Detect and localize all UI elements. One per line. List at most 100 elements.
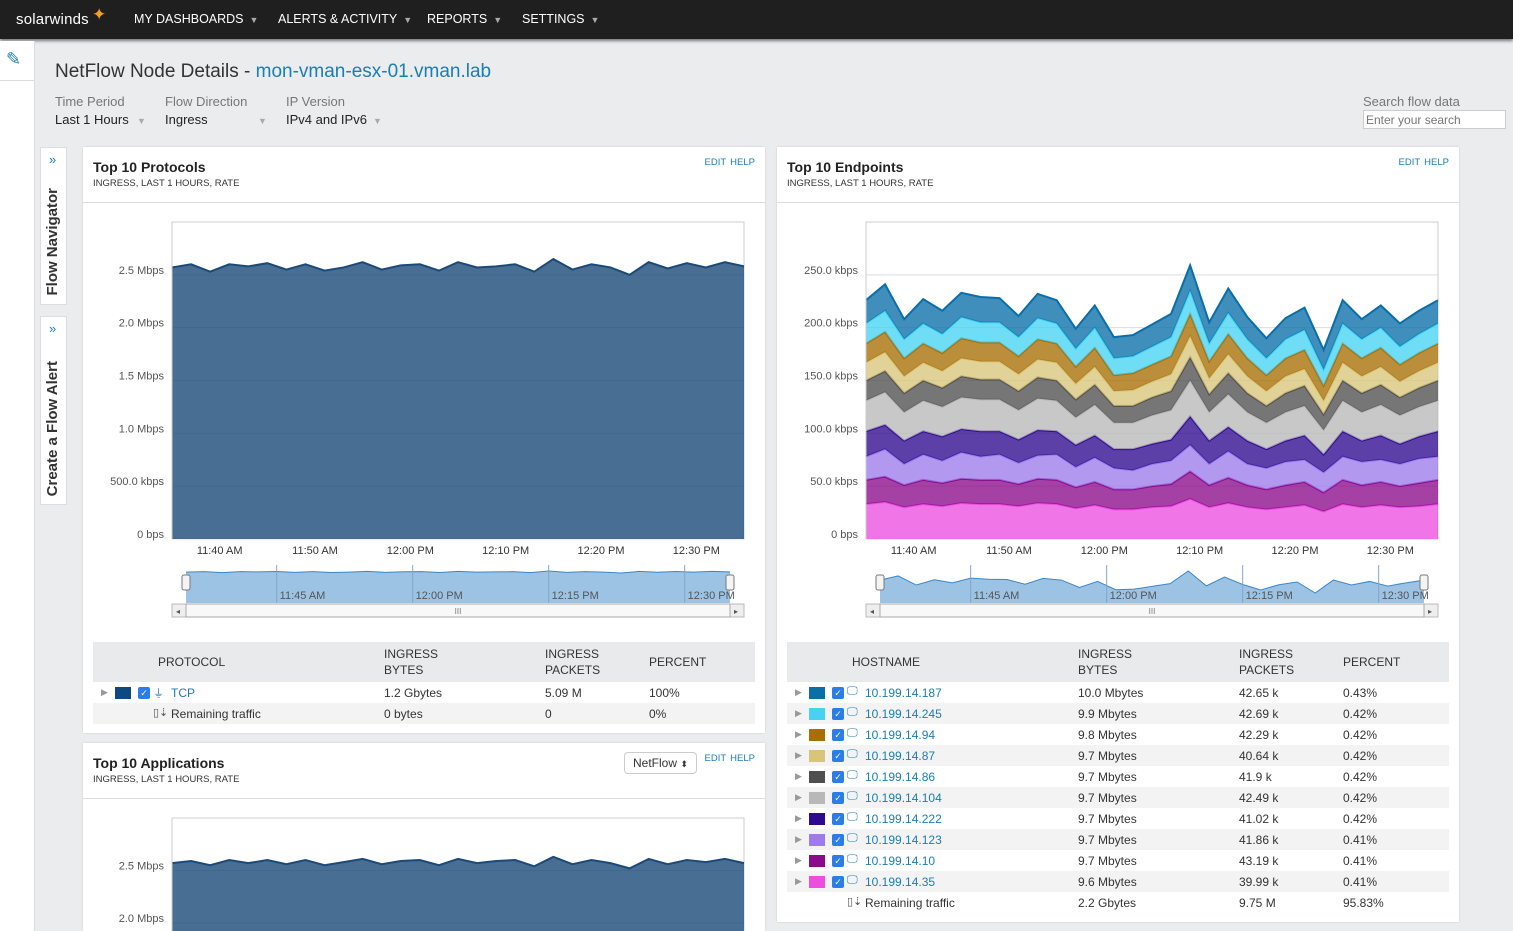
series-area-TCP[interactable] — [172, 258, 744, 539]
table-row[interactable]: ▶ ✓ 🖵 10.199.14.187 10.0 Mbytes 42.65 k … — [787, 682, 1449, 703]
computer-monitor-icon: 🖵 — [847, 832, 858, 844]
table-row[interactable]: ▶ ✓ 🖵 10.199.14.222 9.7 Mbytes 41.02 k 0… — [787, 808, 1449, 829]
col-protocol[interactable]: PROTOCOL — [158, 654, 225, 670]
col-ingress-bytes[interactable]: INGRESS BYTES — [1078, 646, 1132, 678]
series-checkbox[interactable]: ✓ — [832, 750, 844, 762]
create-flow-alert-tab[interactable]: » Create a Flow Alert — [40, 316, 67, 505]
top-applications-panel: Top 10 Applications INGRESS, LAST 1 HOUR… — [83, 743, 765, 931]
row-name-link[interactable]: 10.199.14.87 — [865, 749, 935, 763]
table-row[interactable]: ▶ ✓ 🖵 10.199.14.123 9.7 Mbytes 41.86 k 0… — [787, 829, 1449, 850]
x-tick-label: 12:20 PM — [577, 545, 624, 557]
table-row[interactable]: ▶ ✓ 🖵 10.199.14.104 9.7 Mbytes 42.49 k 0… — [787, 787, 1449, 808]
expand-arrow-icon[interactable]: ▶ — [795, 771, 802, 782]
scroll-right-arrow-icon[interactable]: ▸ — [734, 607, 738, 616]
expand-arrow-icon[interactable]: ▶ — [795, 687, 802, 698]
expand-arrow-icon[interactable]: ▶ — [795, 792, 802, 803]
row-name-link[interactable]: 10.199.14.187 — [865, 686, 942, 700]
table-row[interactable]: ▶ ✓ 🖵 10.199.14.87 9.7 Mbytes 40.64 k 0.… — [787, 745, 1449, 766]
nav-my-dashboards[interactable]: MY DASHBOARDS ▼ — [134, 12, 258, 26]
series-color-swatch — [809, 813, 825, 825]
scroll-left-arrow-icon[interactable]: ◂ — [176, 607, 180, 616]
navigator-right-handle[interactable] — [1419, 574, 1429, 591]
x-tick-label: 12:00 PM — [1081, 545, 1128, 557]
series-checkbox[interactable]: ✓ — [138, 687, 150, 699]
remaining-traffic-icon: ▯⇣ — [847, 896, 863, 908]
col-percent[interactable]: PERCENT — [1343, 654, 1400, 670]
table-row[interactable]: ▶ ✓ 🖵 10.199.14.35 9.6 Mbytes 39.99 k 0.… — [787, 871, 1449, 892]
series-checkbox[interactable]: ✓ — [832, 687, 844, 699]
navigator-left-handle[interactable] — [181, 574, 191, 591]
computer-monitor-icon: 🖵 — [847, 685, 858, 697]
col-hostname[interactable]: HOSTNAME — [852, 654, 920, 670]
scrollbar-grip-icon: III — [1149, 607, 1156, 616]
col-ingress-bytes[interactable]: INGRESS BYTES — [384, 646, 438, 678]
series-checkbox[interactable]: ✓ — [832, 855, 844, 867]
table-row[interactable]: ▶ ✓ 🖵 10.199.14.245 9.9 Mbytes 42.69 k 0… — [787, 703, 1449, 724]
expand-arrow-icon[interactable]: ▶ — [795, 708, 802, 719]
navigator-right-handle[interactable] — [725, 574, 735, 591]
expand-arrow-icon[interactable]: ▶ — [795, 813, 802, 824]
table-row[interactable]: ▶ ✓ ⏚ TCP 1.2 Gbytes 5.09 M 100% — [93, 682, 755, 703]
nav-alerts-activity[interactable]: ALERTS & ACTIVITY ▼ — [278, 12, 412, 26]
col-percent[interactable]: PERCENT — [649, 654, 706, 670]
expand-arrow-icon[interactable]: ▶ — [795, 876, 802, 887]
scroll-left-arrow-icon[interactable]: ◂ — [870, 607, 874, 616]
nav-label: REPORTS — [427, 12, 488, 26]
navigator-tick-label: 12:15 PM — [552, 590, 599, 602]
series-checkbox[interactable]: ✓ — [832, 708, 844, 720]
row-name-link[interactable]: 10.199.14.245 — [865, 707, 942, 721]
table-row[interactable]: ▶ ✓ 🖵 10.199.14.10 9.7 Mbytes 43.19 k 0.… — [787, 850, 1449, 871]
row-name-link[interactable]: 10.199.14.10 — [865, 854, 935, 868]
expand-arrow-icon[interactable]: ▶ — [101, 687, 108, 698]
node-link[interactable]: mon-vman-esx-01.vman.lab — [256, 61, 491, 82]
y-tick-label: 100.0 kbps — [804, 423, 858, 435]
series-area-series[interactable] — [172, 856, 744, 931]
expand-arrow-icon[interactable]: ▶ — [795, 729, 802, 740]
navigator-left-handle[interactable] — [875, 574, 885, 591]
table-header: PROTOCOL INGRESS BYTES INGRESS PACKETS P… — [93, 642, 755, 682]
pencil-edit-icon[interactable]: ✎ — [6, 49, 21, 70]
nav-reports[interactable]: REPORTS ▼ — [427, 12, 502, 26]
series-checkbox[interactable]: ✓ — [832, 771, 844, 783]
nav-label: ALERTS & ACTIVITY — [278, 12, 398, 26]
expand-arrow-icon[interactable]: ▶ — [795, 750, 802, 761]
scroll-right-arrow-icon[interactable]: ▸ — [1428, 607, 1432, 616]
ip-version-filter[interactable]: IP Version IPv4 and IPv6 ▼ — [286, 94, 382, 127]
row-name-link[interactable]: TCP — [171, 686, 195, 700]
row-name-link[interactable]: 10.199.14.86 — [865, 770, 935, 784]
time-period-filter[interactable]: Time Period Last 1 Hours ▼ — [55, 94, 146, 127]
expand-arrow-icon[interactable]: ▶ — [795, 855, 802, 866]
series-color-swatch — [809, 729, 825, 741]
x-tick-label: 12:10 PM — [482, 545, 529, 557]
series-checkbox[interactable]: ✓ — [832, 792, 844, 804]
top-endpoints-panel: Top 10 Endpoints INGRESS, LAST 1 HOURS, … — [777, 147, 1459, 922]
col-ingress-packets[interactable]: INGRESS PACKETS — [1239, 646, 1294, 678]
computer-monitor-icon: 🖵 — [847, 874, 858, 886]
nav-settings[interactable]: SETTINGS ▼ — [522, 12, 599, 26]
row-name-link[interactable]: 10.199.14.104 — [865, 791, 942, 805]
row-name-link[interactable]: 10.199.14.94 — [865, 728, 935, 742]
filter-value: IPv4 and IPv6 — [286, 112, 367, 127]
col-ingress-packets[interactable]: INGRESS PACKETS — [545, 646, 600, 678]
computer-monitor-icon: 🖵 — [847, 706, 858, 718]
solarwinds-logo[interactable]: solarwinds ✦ — [16, 5, 106, 28]
series-checkbox[interactable]: ✓ — [832, 729, 844, 741]
series-checkbox[interactable]: ✓ — [832, 834, 844, 846]
navigator-tick-label: 12:00 PM — [416, 590, 463, 602]
endpoints-chart: 0 bps 50.0 kbps 100.0 kbps 150.0 kbps 200.0 … — [804, 221, 1439, 618]
series-checkbox[interactable]: ✓ — [832, 876, 844, 888]
expand-arrow-icon[interactable]: ▶ — [795, 834, 802, 845]
flow-navigator-tab[interactable]: » Flow Navigator — [40, 147, 67, 305]
table-row[interactable]: ▶ ✓ 🖵 10.199.14.86 9.7 Mbytes 41.9 k 0.4… — [787, 766, 1449, 787]
row-name-link[interactable]: 10.199.14.123 — [865, 833, 942, 847]
row-name-link[interactable]: 10.199.14.222 — [865, 812, 942, 826]
y-tick-label: 1.5 Mbps — [119, 371, 165, 383]
table-row[interactable]: ▶ ✓ 🖵 10.199.14.94 9.8 Mbytes 42.29 k 0.… — [787, 724, 1449, 745]
flow-direction-filter[interactable]: Flow Direction Ingress ▼ — [165, 94, 267, 127]
search-input[interactable] — [1363, 110, 1506, 129]
ingress-bytes: 9.7 Mbytes — [1078, 812, 1137, 826]
series-checkbox[interactable]: ✓ — [832, 813, 844, 825]
row-name-link[interactable]: 10.199.14.35 — [865, 875, 935, 889]
ingress-packets: 0 — [545, 707, 552, 721]
navigator-tick-label: 12:30 PM — [688, 590, 735, 602]
